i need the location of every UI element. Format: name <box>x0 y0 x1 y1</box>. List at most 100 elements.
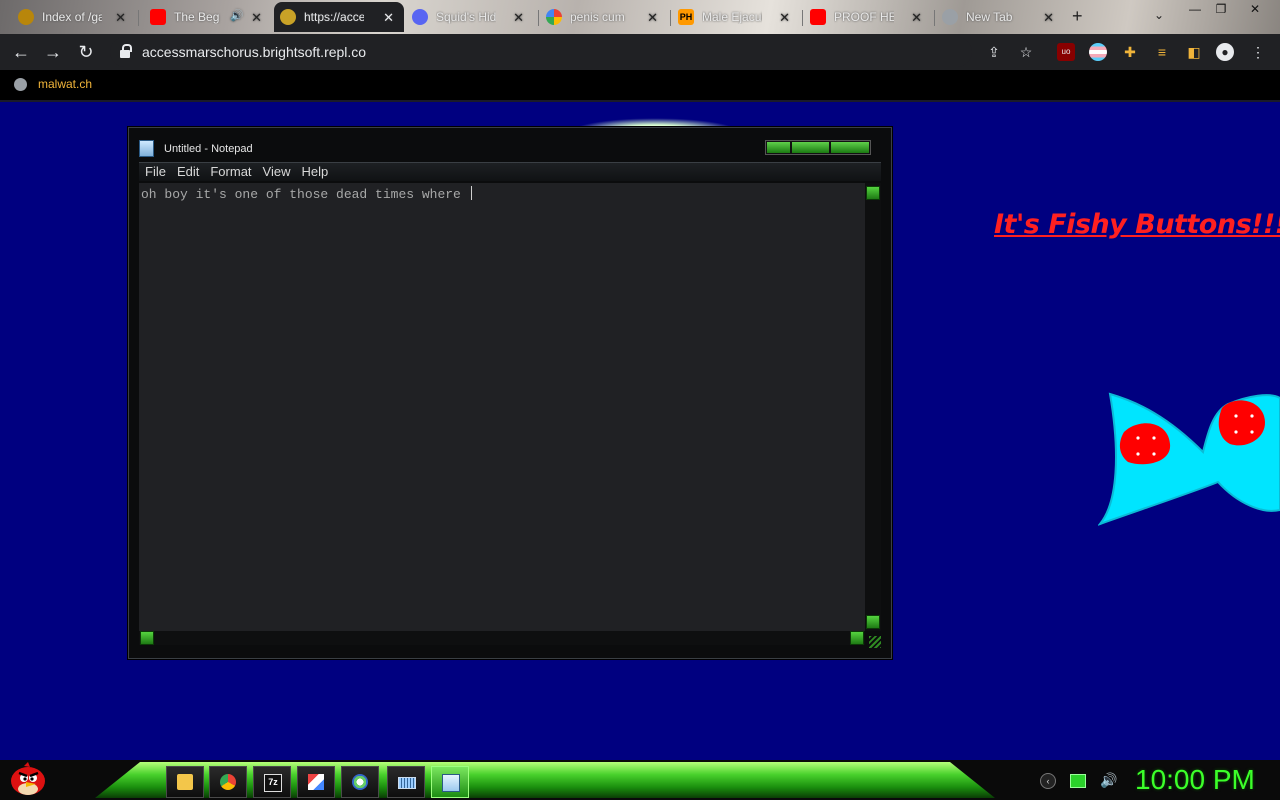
tab-divider <box>670 10 671 26</box>
menu-file[interactable]: File <box>139 163 172 181</box>
show-hidden-icons-icon[interactable]: ‹ <box>1040 772 1056 789</box>
notepad-icon <box>442 774 460 792</box>
taskbar-clock[interactable]: 10:00 PM <box>1135 764 1255 796</box>
audio-playing-icon[interactable]: 🔊 <box>230 9 244 22</box>
profile-icon[interactable]: ● <box>1216 43 1234 61</box>
google-icon <box>546 9 562 25</box>
reload-button[interactable]: ↻ <box>75 42 97 64</box>
close-tab-icon[interactable]: ✕ <box>1043 10 1054 26</box>
tab-title: Male Ejacul <box>702 10 762 24</box>
close-tab-icon[interactable]: ✕ <box>779 10 790 26</box>
tab-favicon <box>18 9 34 25</box>
taskbar-app-chrome[interactable] <box>209 766 247 798</box>
menu-edit[interactable]: Edit <box>171 163 205 181</box>
flag-icon[interactable] <box>1089 43 1107 61</box>
tab-the-beg[interactable]: The Beg 🔊 ✕ <box>144 2 272 32</box>
bookmarks-bar: malwat.ch <box>0 70 1280 100</box>
tab-squids[interactable]: Squid's Hid ✕ <box>406 2 534 32</box>
tab-title: Squid's Hid <box>436 10 496 24</box>
tab-title: PROOF HE <box>834 10 894 24</box>
scroll-left-button[interactable] <box>140 631 154 645</box>
tab-active[interactable]: https://acce ✕ <box>274 2 404 32</box>
tab-divider <box>538 10 539 26</box>
tab-new-tab[interactable]: New Tab ✕ <box>936 2 1064 32</box>
back-button[interactable]: ← <box>10 42 32 64</box>
chrome-icon <box>220 774 236 790</box>
tab-divider <box>934 10 935 26</box>
taskbar-app-keyboard[interactable] <box>387 766 425 798</box>
page-heading: It's Fishy Buttons!!! <box>994 209 1280 240</box>
notepad-title: Untitled - Notepad <box>164 142 253 155</box>
close-tab-icon[interactable]: ✕ <box>513 10 524 26</box>
volume-icon[interactable]: 🔊 <box>1100 772 1117 789</box>
page-top-border <box>0 100 1280 102</box>
tab-title: The Beg <box>174 10 220 24</box>
menu-help[interactable]: Help <box>295 163 334 181</box>
start-button-angry-bird-icon[interactable] <box>10 762 46 796</box>
menu-icon[interactable]: ⋮ <box>1249 43 1267 61</box>
taskbar-app-paintbrush[interactable] <box>341 766 379 798</box>
puzzle-icon[interactable]: ✚ <box>1121 43 1139 61</box>
scroll-right-button[interactable] <box>850 631 864 645</box>
tab-index[interactable]: Index of /ga ✕ <box>12 2 136 32</box>
close-tab-icon[interactable]: ✕ <box>647 10 658 26</box>
window-controls <box>765 140 871 155</box>
address-bar[interactable]: accessmarschorus.brightsoft.repl.co <box>110 37 972 67</box>
tab-divider <box>138 10 139 26</box>
scroll-up-button[interactable] <box>866 186 880 200</box>
folder-icon <box>177 774 193 790</box>
menu-view[interactable]: View <box>257 163 297 181</box>
tab-title: New Tab <box>966 10 1013 24</box>
chrome-icon <box>942 9 958 25</box>
taskbar-app-folder[interactable] <box>166 766 204 798</box>
tab-ph[interactable]: PH Male Ejacul ✕ <box>672 2 800 32</box>
close-tab-icon[interactable]: ✕ <box>251 10 262 26</box>
lock-icon[interactable] <box>120 44 132 58</box>
paintbrush-icon <box>352 774 368 790</box>
close-tab-icon[interactable]: ✕ <box>911 10 922 26</box>
minimize-button[interactable]: — <box>1182 0 1208 18</box>
new-tab-button[interactable]: + <box>1072 6 1083 27</box>
close-button[interactable] <box>831 142 869 153</box>
url-text[interactable]: accessmarschorus.brightsoft.repl.co <box>142 44 366 60</box>
tab-title: https://acce <box>304 10 364 24</box>
vertical-scrollbar[interactable] <box>865 183 881 631</box>
document-text[interactable]: oh boy it's one of those dead times wher… <box>141 186 472 202</box>
horizontal-scrollbar[interactable] <box>139 631 865 645</box>
forward-button[interactable]: → <box>42 42 64 64</box>
taskbar-app-7zip[interactable]: 7z <box>253 766 291 798</box>
close-window-button[interactable]: ✕ <box>1242 0 1268 18</box>
taskbar-app-paint[interactable] <box>297 766 335 798</box>
browser-toolbar: ← → ↻ accessmarschorus.brightsoft.repl.c… <box>0 34 1280 70</box>
restore-button[interactable]: ❐ <box>1208 0 1234 18</box>
tab-search-button[interactable]: ⌄ <box>1154 8 1164 22</box>
ublock-icon[interactable]: uo <box>1057 43 1075 61</box>
close-tab-icon[interactable]: ✕ <box>115 10 126 26</box>
tab-google[interactable]: penis cum ✕ <box>540 2 668 32</box>
media-icon[interactable]: ≡ <box>1153 43 1171 61</box>
maximize-button[interactable] <box>791 142 830 153</box>
menu-format[interactable]: Format <box>204 163 257 181</box>
notepad-titlebar[interactable]: Untitled - Notepad <box>139 140 253 157</box>
star-icon[interactable]: ☆ <box>1017 43 1035 61</box>
youtube-icon <box>150 9 166 25</box>
resize-grip[interactable] <box>869 636 881 648</box>
notepad-text-area[interactable]: oh boy it's one of those dead times wher… <box>139 183 865 631</box>
paint-icon <box>308 774 324 790</box>
share-icon[interactable]: ⇪ <box>985 43 1003 61</box>
sidepanel-icon[interactable]: ◧ <box>1185 43 1203 61</box>
close-tab-icon[interactable]: ✕ <box>383 10 394 26</box>
scroll-down-button[interactable] <box>866 615 880 629</box>
globe-icon <box>14 77 27 91</box>
fish-drawing[interactable] <box>1098 392 1280 528</box>
notepad-window: Untitled - Notepad File Edit Format View… <box>128 127 892 659</box>
bookmark-label: malwat.ch <box>38 77 93 91</box>
bookmark-malwatch[interactable]: malwat.ch <box>14 77 92 91</box>
network-icon[interactable] <box>1070 773 1086 788</box>
minimize-button[interactable] <box>767 142 790 153</box>
notepad-icon <box>139 140 154 157</box>
fish-button-left[interactable] <box>1119 423 1171 465</box>
keyboard-icon <box>398 777 416 789</box>
tab-proof[interactable]: PROOF HE ✕ <box>804 2 932 32</box>
taskbar-app-notepad[interactable] <box>431 766 469 798</box>
